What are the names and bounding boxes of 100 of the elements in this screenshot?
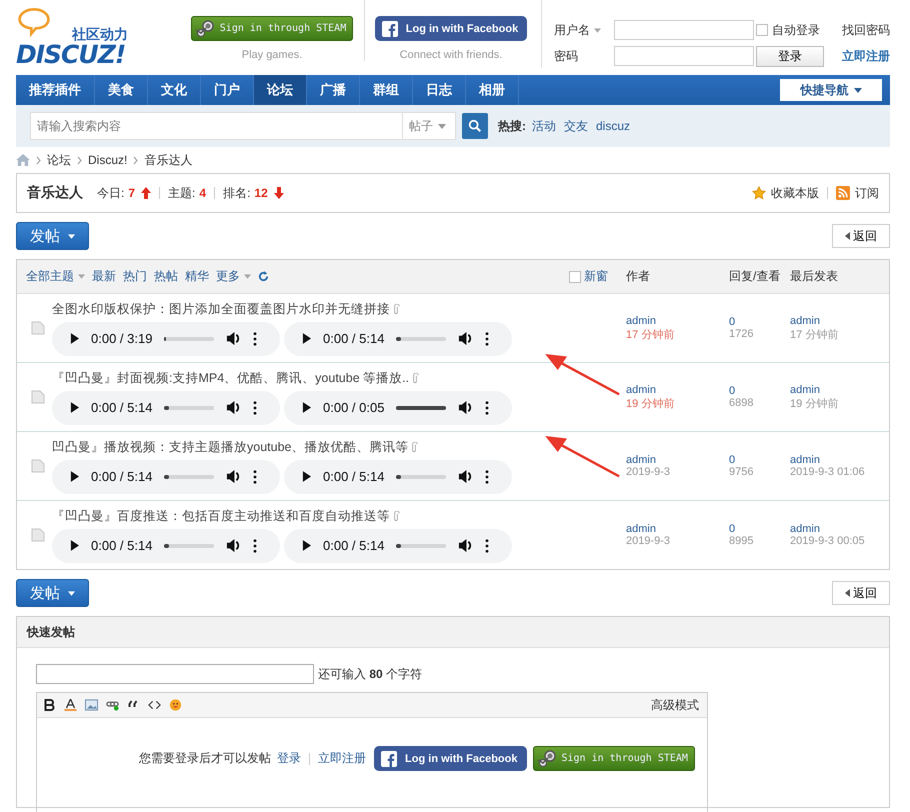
back-button[interactable]: 返回 <box>832 224 890 248</box>
hot-search-link[interactable]: 交友 <box>564 118 588 134</box>
last-poster-link[interactable]: admin <box>790 314 880 326</box>
progress-slider[interactable] <box>396 544 402 548</box>
new-post-button[interactable]: 发帖 <box>16 222 89 250</box>
back-button[interactable]: 返回 <box>832 581 890 605</box>
login-button[interactable]: 登录 <box>756 46 824 66</box>
audio-player[interactable]: 0:00 / 5:14 <box>284 528 512 562</box>
quick-nav-button[interactable]: 快捷导航 <box>780 79 882 101</box>
facebook-login-button[interactable]: Log in with Facebook <box>374 16 528 41</box>
last-poster-link[interactable]: admin <box>790 454 880 466</box>
breadcrumb-link[interactable]: 论坛 <box>47 152 71 168</box>
remember-checkbox[interactable] <box>756 24 768 36</box>
volume-icon[interactable] <box>226 469 242 484</box>
audio-player[interactable]: 0:00 / 5:14 <box>52 390 280 424</box>
progress-slider[interactable] <box>164 406 170 410</box>
hot-search-link[interactable]: 活动 <box>532 118 556 134</box>
audio-player[interactable]: 0:00 / 5:14 <box>52 528 280 562</box>
new-window-checkbox[interactable] <box>569 270 581 282</box>
progress-slider[interactable] <box>396 336 402 340</box>
new-window-label[interactable]: 新窗 <box>584 268 608 285</box>
play-icon[interactable] <box>302 540 311 551</box>
audio-player[interactable]: 0:00 / 5:14 <box>284 460 512 494</box>
breadcrumb-link[interactable]: 音乐达人 <box>144 152 192 168</box>
progress-slider[interactable] <box>164 336 166 340</box>
search-scope-dropdown[interactable]: 帖子 <box>402 113 455 139</box>
more-options-icon[interactable] <box>485 400 490 414</box>
last-poster-link[interactable]: admin <box>790 384 880 396</box>
thread-title-link[interactable]: 凹凸曼』播放视频：支持主题播放youtube、播放优酷、腾讯等 <box>52 438 408 456</box>
last-poster-link[interactable]: admin <box>790 523 880 535</box>
thread-title-link[interactable]: 『凹凸曼』百度推送：包括百度主动推送和百度自动推送等 <box>52 508 390 524</box>
refresh-icon[interactable] <box>258 271 269 282</box>
more-options-icon[interactable] <box>485 538 490 552</box>
play-icon[interactable] <box>70 540 79 551</box>
advanced-mode-link[interactable]: 高级模式 <box>651 696 699 714</box>
thread-filter-tab[interactable]: 全部主题 <box>26 268 85 285</box>
play-icon[interactable] <box>302 471 311 482</box>
username-type-label[interactable]: 用户名 <box>554 22 590 38</box>
favorite-forum-link[interactable]: 收藏本版 <box>771 184 819 202</box>
more-options-icon[interactable] <box>253 538 258 552</box>
volume-icon[interactable] <box>226 331 242 346</box>
thread-title-link[interactable]: 全图水印版权保护：图片添加全面覆盖图片水印并无缝拼接 <box>52 300 390 318</box>
progress-slider[interactable] <box>396 406 446 410</box>
search-field[interactable]: 请输入搜索内容 帖子 <box>30 112 456 140</box>
more-options-icon[interactable] <box>253 400 258 414</box>
login-link[interactable]: 登录 <box>277 750 302 767</box>
progress-slider[interactable] <box>164 474 170 478</box>
volume-icon[interactable] <box>458 538 474 553</box>
forgot-password-link[interactable]: 找回密码 <box>838 22 890 38</box>
play-icon[interactable] <box>70 333 79 344</box>
today-label: 今日: <box>97 184 124 202</box>
register-link[interactable]: 立即注册 <box>838 48 890 64</box>
thread-filter-tab[interactable]: 精华 <box>185 268 209 285</box>
steam-signin-button[interactable]: Sign in through STEAM <box>190 16 354 41</box>
hot-search-link[interactable]: discuz <box>596 119 630 133</box>
author-link[interactable]: admin <box>626 314 722 326</box>
thread-title-link[interactable]: 『凹凸曼』封面视频:支持MP4、优酷、腾讯、youtube 等播放.. <box>52 370 410 386</box>
volume-icon[interactable] <box>458 400 474 415</box>
author-link[interactable]: admin <box>626 523 722 535</box>
play-icon[interactable] <box>70 471 79 482</box>
audio-player[interactable]: 0:00 / 5:14 <box>284 322 512 356</box>
volume-icon[interactable] <box>458 469 474 484</box>
thread-filter-tab[interactable]: 最新 <box>92 268 116 285</box>
more-options-icon[interactable] <box>253 470 258 484</box>
audio-player[interactable]: 0:00 / 5:14 <box>52 460 280 494</box>
thread-filter-tab[interactable]: 热门 <box>123 268 147 285</box>
audio-player[interactable]: 0:00 / 3:19 <box>52 322 280 356</box>
subject-field[interactable] <box>36 664 314 684</box>
thread-filter-tab[interactable]: 更多 <box>216 268 251 285</box>
password-field[interactable] <box>614 46 754 66</box>
author-link[interactable]: admin <box>626 454 722 466</box>
facebook-login-button[interactable]: Log in with Facebook <box>374 746 526 771</box>
image-icon[interactable] <box>85 699 98 711</box>
volume-icon[interactable] <box>458 331 474 346</box>
volume-icon[interactable] <box>226 400 242 415</box>
bold-icon[interactable] <box>43 699 56 711</box>
more-options-icon[interactable] <box>485 332 490 346</box>
audio-player[interactable]: 0:00 / 0:05 <box>284 390 512 424</box>
play-icon[interactable] <box>302 333 311 344</box>
font-color-icon[interactable] <box>64 699 77 711</box>
breadcrumb-link[interactable]: Discuz! <box>88 153 128 167</box>
more-options-icon[interactable] <box>485 470 490 484</box>
play-icon[interactable] <box>302 402 311 413</box>
subscribe-link[interactable]: 订阅 <box>855 184 879 202</box>
link-icon[interactable] <box>106 699 119 711</box>
new-post-button[interactable]: 发帖 <box>16 579 89 607</box>
code-icon[interactable] <box>148 699 161 711</box>
steam-signin-button[interactable]: Sign in through STEAM <box>532 746 695 771</box>
progress-slider[interactable] <box>396 474 402 478</box>
smiley-icon[interactable] <box>169 699 182 711</box>
nav-item[interactable]: 论坛 <box>254 75 307 105</box>
username-field[interactable] <box>614 20 754 40</box>
progress-slider[interactable] <box>164 544 170 548</box>
thread-filter-tab[interactable]: 热帖 <box>154 268 178 285</box>
play-icon[interactable] <box>70 402 79 413</box>
author-link[interactable]: admin <box>626 384 722 396</box>
volume-icon[interactable] <box>226 538 242 553</box>
register-link[interactable]: 立即注册 <box>318 750 366 767</box>
more-options-icon[interactable] <box>253 332 258 346</box>
search-button[interactable] <box>462 113 488 139</box>
